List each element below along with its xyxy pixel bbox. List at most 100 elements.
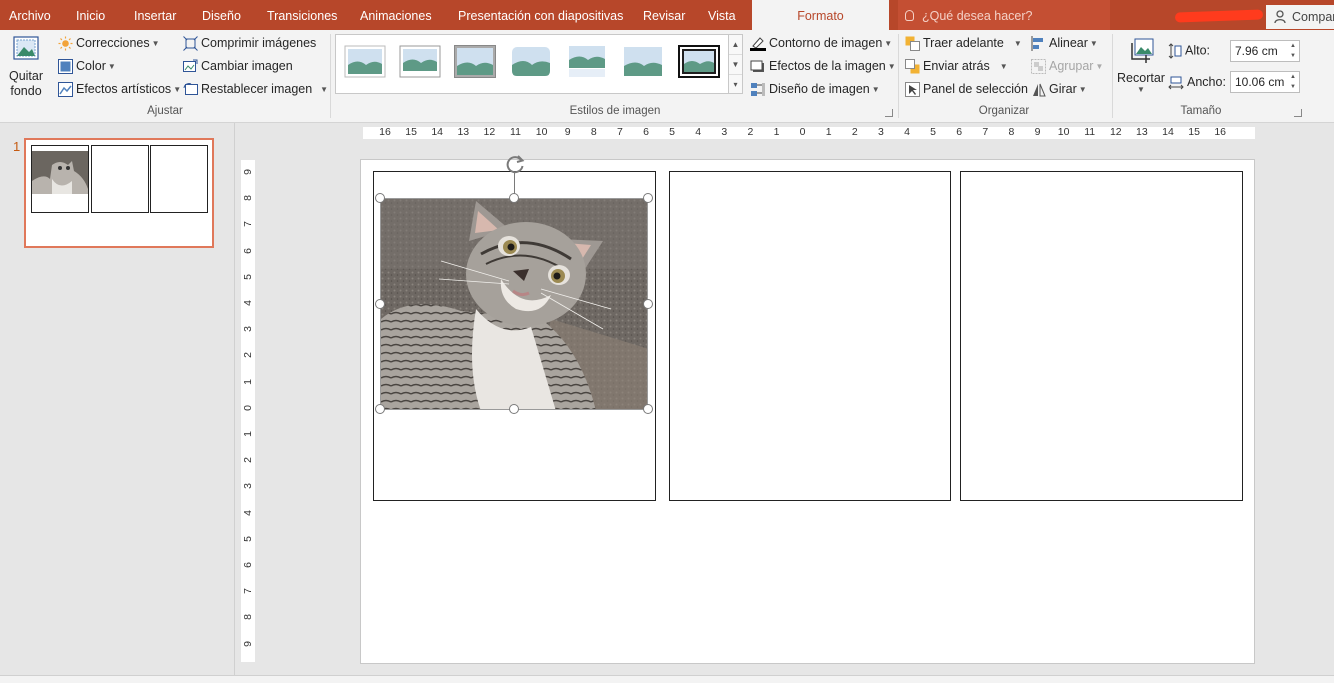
ruler-tick-label: 6 [242, 562, 254, 568]
picture-style-1[interactable] [344, 45, 386, 78]
picture-style-5[interactable] [566, 45, 608, 78]
ruler-tick-label: 5 [669, 126, 676, 138]
tab-insertar[interactable]: Insertar [134, 0, 176, 30]
compress-pictures-button[interactable]: Comprimir imágenes [183, 36, 316, 52]
height-label: Alto: [1185, 43, 1211, 58]
resize-handle-left[interactable] [375, 299, 385, 309]
picture-layout-icon [751, 83, 765, 97]
ruler-tick-label: 6 [643, 126, 649, 138]
tab-animaciones[interactable]: Animaciones [360, 0, 432, 30]
ruler-tick-label: 0 [799, 126, 806, 138]
rotate-button[interactable]: Girar ▼ [1031, 82, 1087, 97]
tab-transiciones[interactable]: Transiciones [267, 0, 337, 30]
chevron-down-icon: ▼ [871, 85, 880, 95]
spin-down-icon[interactable]: ▼ [1287, 82, 1299, 92]
picture-effects-icon [750, 60, 764, 73]
tab-vista[interactable]: Vista [708, 0, 736, 30]
group-button[interactable]: Agrupar ▼ [1031, 59, 1103, 75]
ruler-tick-label: 3 [242, 326, 254, 333]
spin-up-icon[interactable]: ▲ [1287, 72, 1299, 82]
send-backward-button[interactable]: Enviar atrás ▼ [905, 59, 1008, 74]
height-spinner[interactable]: ▲ ▼ [1287, 41, 1299, 61]
ruler-tick-label: 9 [1034, 126, 1041, 138]
ruler-tick-label: 15 [1188, 126, 1200, 138]
ruler-tick-label: 10 [535, 126, 548, 138]
status-bar [0, 675, 1334, 683]
picture-style-6[interactable] [622, 45, 664, 78]
resize-handle-bottom-right[interactable] [643, 404, 653, 414]
chevron-down-icon[interactable]: ▼ [1116, 85, 1166, 94]
picture-style-4[interactable] [510, 45, 552, 78]
ruler-tick-label: 4 [242, 300, 254, 306]
crop-button[interactable]: Recortar ▼ [1116, 36, 1166, 94]
scroll-up-icon[interactable]: ▲ [729, 35, 742, 55]
dialog-launcher-icon[interactable] [1294, 109, 1302, 117]
tell-me-search[interactable]: ¿Qué desea hacer? [898, 0, 1110, 30]
chevron-down-icon: ▼ [999, 62, 1008, 72]
gallery-more-icon[interactable]: ▾ [729, 75, 742, 95]
artistic-effects-button[interactable]: Efectos artísticos ▼ [58, 82, 182, 98]
color-button[interactable]: Color ▼ [58, 59, 116, 75]
share-button[interactable]: Compar [1266, 5, 1334, 29]
tab-formato[interactable]: Formato [752, 0, 889, 30]
picture-border-button[interactable]: Contorno de imagen ▼ [750, 36, 892, 52]
tab-archivo[interactable]: Archivo [9, 0, 51, 30]
change-picture-label: Cambiar imagen [201, 59, 293, 73]
align-icon [1031, 36, 1043, 52]
resize-handle-top-right[interactable] [643, 193, 653, 203]
picture-style-7[interactable] [678, 45, 720, 78]
reset-picture-button[interactable]: Restablecer imagen ▼ [183, 82, 328, 97]
ruler-tick-label: 8 [1008, 126, 1015, 138]
resize-handle-bottom-left[interactable] [375, 404, 385, 414]
tab-inicio[interactable]: Inicio [76, 0, 105, 30]
resize-handle-top[interactable] [509, 193, 519, 203]
selection-pane-button[interactable]: Panel de selección [905, 82, 1028, 98]
corrections-button[interactable]: Correcciones ▼ [58, 36, 160, 51]
ruler-tick-label: 8 [242, 195, 254, 202]
ruler-tick-label: 5 [242, 273, 254, 280]
tab-presentacion[interactable]: Presentación con diapositivas [458, 0, 623, 30]
spin-down-icon[interactable]: ▼ [1287, 51, 1299, 61]
change-picture-button[interactable]: Cambiar imagen [183, 59, 293, 74]
resize-handle-right[interactable] [643, 299, 653, 309]
horizontal-ruler: 16 15 14 13 12 11 10 9 8 7 6 5 4 3 2 1 0 1 2 3 4 5 6 7 8 9 10 11 12 1… [363, 126, 1255, 139]
ruler-tick-label: 14 [431, 126, 444, 138]
share-label: Compar [1292, 10, 1334, 24]
spin-up-icon[interactable]: ▲ [1287, 41, 1299, 51]
width-field[interactable]: 10.06 cm ▲ ▼ [1230, 71, 1300, 93]
ruler-tick-label: 13 [457, 126, 470, 138]
height-field[interactable]: 7.96 cm ▲ ▼ [1230, 40, 1300, 62]
bring-forward-button[interactable]: Traer adelante ▼ [905, 36, 1022, 52]
ruler-tick-label: 0 [242, 404, 254, 411]
picture-placeholder-2[interactable] [669, 171, 951, 501]
picture-placeholder-3[interactable] [960, 171, 1243, 501]
rotate-handle-icon[interactable] [504, 153, 526, 175]
resize-handle-top-left[interactable] [375, 193, 385, 203]
remove-background-button[interactable]: Quitar fondo [6, 34, 46, 99]
picture-styles-gallery [335, 34, 729, 94]
ribbon-tab-bar: Archivo Inicio Insertar Diseño Transicio… [0, 0, 1334, 30]
slide-thumbnail[interactable] [24, 138, 214, 248]
ruler-tick-label: 5 [930, 126, 937, 138]
group-label-tamano: Tamaño [1180, 105, 1222, 117]
ruler-tick-label: 12 [483, 126, 496, 138]
chevron-down-icon: ▼ [887, 62, 896, 72]
change-picture-icon [183, 59, 198, 73]
width-spinner[interactable]: ▲ ▼ [1287, 72, 1299, 92]
dialog-launcher-icon[interactable] [885, 109, 893, 117]
tab-revisar[interactable]: Revisar [643, 0, 685, 30]
picture-effects-button[interactable]: Efectos de la imagen ▼ [750, 59, 896, 74]
picture-layout-button[interactable]: Diseño de imagen ▼ [750, 82, 880, 97]
ruler-tick-label: 8 [242, 614, 254, 621]
picture-style-3[interactable] [454, 45, 496, 78]
align-button[interactable]: Alinear ▼ [1031, 36, 1098, 52]
scroll-down-icon[interactable]: ▼ [729, 55, 742, 75]
ruler-tick-label: 1 [242, 431, 254, 437]
chevron-down-icon: ▼ [173, 85, 182, 95]
resize-handle-bottom[interactable] [509, 404, 519, 414]
cat-photo[interactable] [380, 198, 648, 410]
picture-style-2[interactable] [399, 45, 441, 78]
tab-diseno[interactable]: Diseño [202, 0, 241, 30]
sun-icon [58, 36, 73, 51]
gallery-scroll[interactable]: ▲ ▼ ▾ [729, 34, 743, 94]
